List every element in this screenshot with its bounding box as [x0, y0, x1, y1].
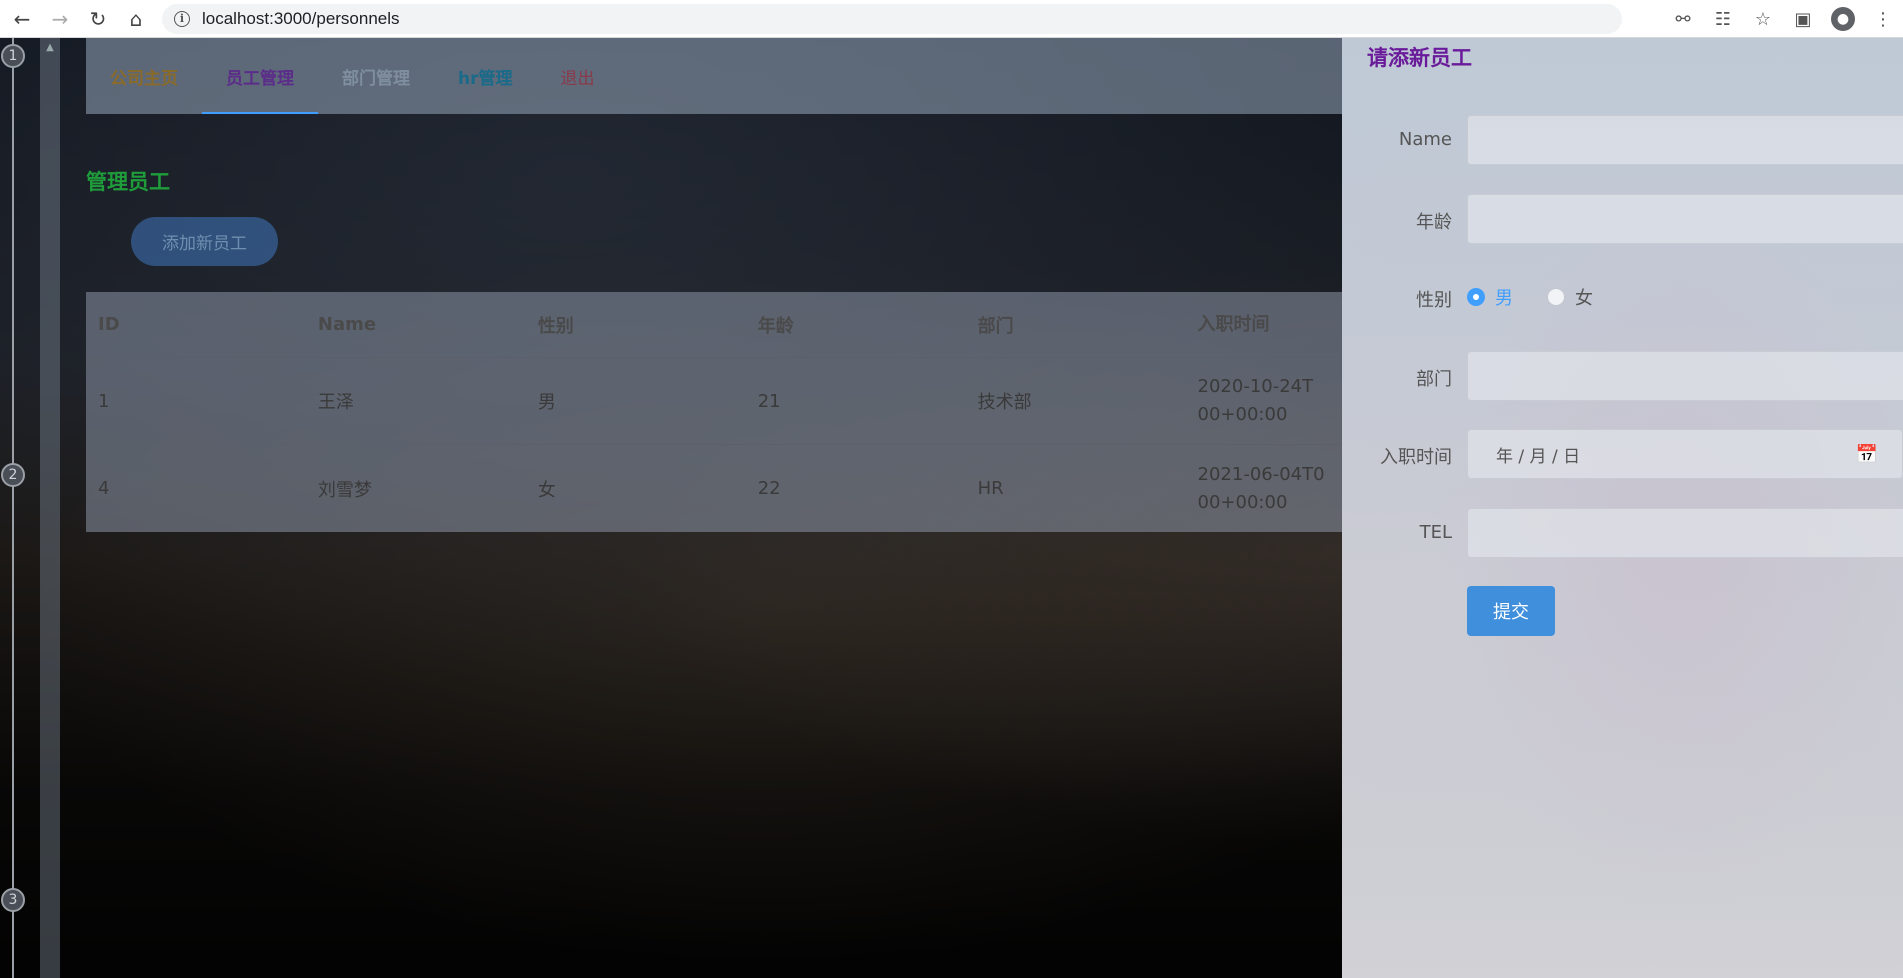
- timeline-node[interactable]: 2: [1, 463, 25, 487]
- forward-icon[interactable]: →: [44, 4, 76, 34]
- date-placeholder[interactable]: 年 / 月 / 日: [1496, 442, 1580, 467]
- address-bar[interactable]: i localhost:3000/personnels: [162, 3, 1622, 34]
- avatar: ●: [1831, 7, 1855, 31]
- timeline: ▲ 1 2 3: [0, 38, 60, 978]
- home-icon[interactable]: ⌂: [120, 4, 152, 34]
- department-input[interactable]: [1467, 351, 1903, 401]
- add-employee-drawer: 请添新员工 Name 年龄 性别 男 女 部门 入职时间 年 / 月 / 日 📅…: [1342, 38, 1903, 978]
- column-header: 入职时间: [1197, 313, 1270, 335]
- add-employee-button[interactable]: 添加新员工: [131, 217, 278, 266]
- table-cell: 王泽: [317, 392, 354, 413]
- gender-label: 性别: [1416, 290, 1452, 311]
- reload-icon[interactable]: ↻: [82, 4, 114, 34]
- form-row-hire-date: 入职时间 年 / 月 / 日 📅: [1342, 429, 1903, 479]
- info-icon[interactable]: i: [174, 10, 190, 27]
- timeline-node[interactable]: 3: [1, 888, 25, 912]
- table-row[interactable]: 1 王泽 男 21 技术部 2020-10-24T 00+00:00: [86, 358, 1342, 445]
- table-header-row: ID Name 性别 年龄 部门 入职时间: [86, 292, 1342, 358]
- tel-input[interactable]: [1467, 508, 1903, 558]
- tel-label: TEL: [1419, 522, 1452, 543]
- gender-radio-female[interactable]: 女: [1547, 284, 1593, 310]
- table-row[interactable]: 4 刘雪梦 女 22 HR 2021-06-04T0 00+00:00: [86, 445, 1342, 532]
- gender-radio-male[interactable]: 男: [1467, 284, 1513, 310]
- nav-item-home[interactable]: 公司主页: [86, 38, 202, 114]
- table-cell: HR: [977, 478, 1004, 499]
- scrollbar[interactable]: ▲: [40, 38, 60, 978]
- nav-item-logout[interactable]: 退出: [537, 38, 619, 114]
- hire-date-input[interactable]: 年 / 月 / 日 📅: [1467, 429, 1903, 479]
- name-input[interactable]: [1467, 115, 1903, 165]
- table-cell: 刘雪梦: [317, 479, 372, 501]
- star-icon[interactable]: ☆: [1743, 4, 1783, 34]
- table-cell: 4: [98, 478, 110, 499]
- table-cell: 1: [98, 390, 110, 412]
- form-row-age: 年龄: [1342, 194, 1903, 244]
- table-cell: 技术部: [977, 392, 1032, 413]
- page: ▲ 1 2 3 公司主页 员工管理 部门管理 hr管理 退出 管理员工 添加新员…: [0, 38, 1903, 978]
- radio-label[interactable]: 男: [1495, 284, 1513, 310]
- table-cell: 21: [757, 390, 781, 412]
- nav-item-hr[interactable]: hr管理: [434, 38, 537, 114]
- table-cell: 2021-06-04T0 00+00:00: [1197, 463, 1325, 513]
- profile-icon[interactable]: ●: [1823, 4, 1863, 34]
- radio-unchecked-icon[interactable]: [1547, 288, 1565, 306]
- employee-table: ID Name 性别 年龄 部门 入职时间 1 王泽 男 21 技术部 2020…: [86, 292, 1342, 532]
- table-cell: 22: [757, 478, 781, 499]
- department-label: 部门: [1416, 369, 1452, 390]
- age-label: 年龄: [1416, 212, 1452, 233]
- column-header: ID: [98, 314, 120, 335]
- back-icon[interactable]: ←: [6, 4, 38, 34]
- submit-button[interactable]: 提交: [1467, 586, 1555, 636]
- form-row-tel: TEL: [1342, 508, 1903, 558]
- drawer-title: 请添新员工: [1367, 46, 1472, 70]
- column-header: 性别: [537, 315, 574, 337]
- browser-toolbar: ← → ↻ ⌂ i localhost:3000/personnels ⚯ ☷ …: [0, 0, 1903, 38]
- column-header: Name: [317, 314, 377, 335]
- calendar-icon[interactable]: 📅: [1856, 444, 1878, 465]
- nav-menu: 公司主页 员工管理 部门管理 hr管理 退出: [86, 38, 1342, 114]
- column-header: 年龄: [757, 315, 794, 337]
- timeline-node[interactable]: 1: [1, 44, 25, 68]
- menu-icon[interactable]: ⋮: [1863, 4, 1903, 34]
- nav-item-employees[interactable]: 员工管理: [202, 38, 318, 114]
- table-cell: 男: [537, 392, 556, 413]
- url-text[interactable]: localhost:3000/personnels: [202, 9, 400, 29]
- hire-date-label: 入职时间: [1380, 447, 1452, 468]
- form-row-gender: 性别 男 女: [1342, 272, 1903, 322]
- radio-label[interactable]: 女: [1575, 284, 1593, 310]
- translate-icon[interactable]: ☷: [1703, 4, 1743, 34]
- form-row-department: 部门: [1342, 351, 1903, 401]
- age-input[interactable]: [1467, 194, 1903, 244]
- page-title: 管理员工: [86, 170, 170, 194]
- table-cell: 女: [537, 479, 556, 501]
- radio-checked-icon[interactable]: [1467, 288, 1485, 306]
- name-label: Name: [1398, 129, 1452, 150]
- nav-item-departments[interactable]: 部门管理: [318, 38, 434, 114]
- form-row-name: Name: [1342, 115, 1903, 165]
- key-icon[interactable]: ⚯: [1663, 4, 1703, 34]
- gender-radio-group: 男 女: [1467, 284, 1627, 310]
- timeline-line: [12, 38, 14, 978]
- table-cell: 2020-10-24T 00+00:00: [1197, 376, 1314, 425]
- column-header: 部门: [977, 315, 1014, 337]
- scroll-up-icon[interactable]: ▲: [40, 42, 60, 53]
- extensions-icon[interactable]: ▣: [1783, 4, 1823, 34]
